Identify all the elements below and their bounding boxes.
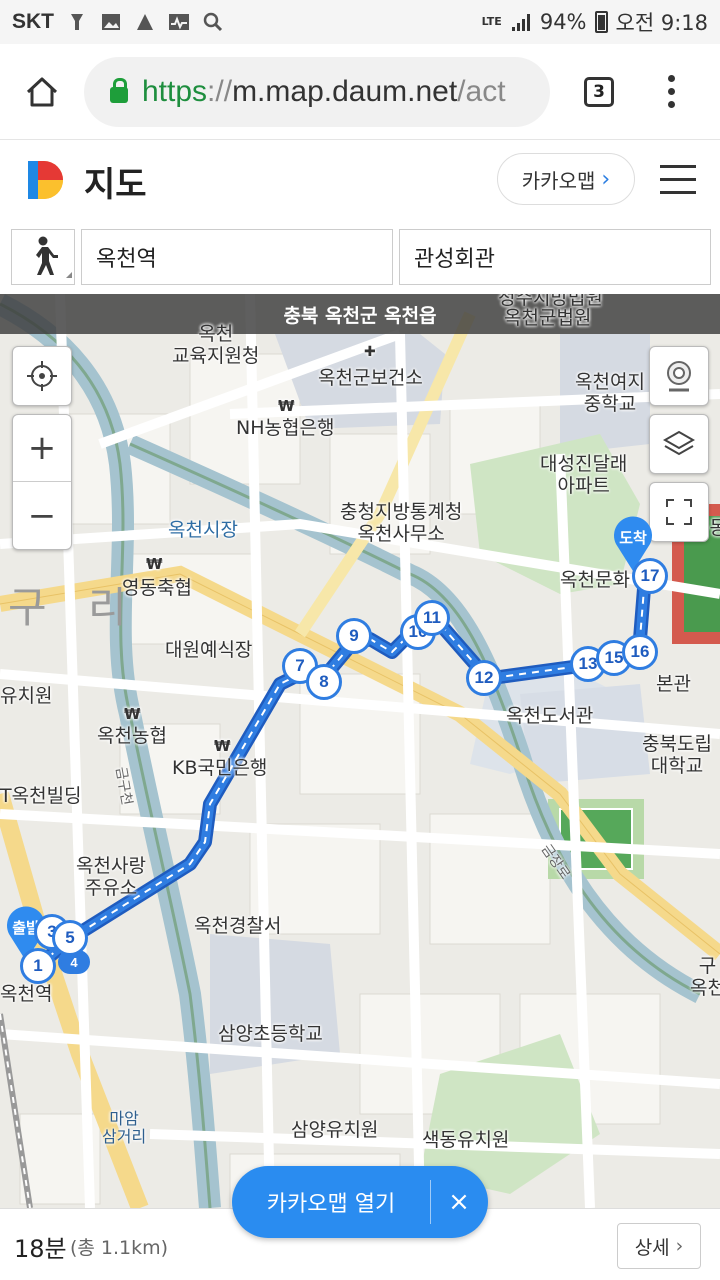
label-main-hall: 본관 [656, 673, 691, 695]
label-apartment: 대성진달래 아파트 [540, 453, 628, 497]
layers-button[interactable] [649, 414, 709, 474]
chevron-right-icon: › [601, 166, 611, 192]
battery-percent: 94% [539, 10, 587, 34]
home-icon [26, 77, 58, 106]
page-title: 지도 [84, 165, 147, 205]
waypoint-8[interactable]: 8 [306, 664, 342, 700]
home-button[interactable] [0, 44, 84, 140]
close-icon[interactable]: × [431, 1187, 487, 1217]
route-search: 옥천역 관성회관 [0, 221, 720, 294]
destination-field[interactable]: 관성회관 [399, 229, 711, 285]
map-view[interactable]: 충북 옥천군 옥천읍 청주지방법원 옥천군법원 옥천 교육지원청 ✚ 옥천군보건… [0, 294, 720, 1208]
origin-field[interactable]: 옥천역 [81, 229, 393, 285]
zoom-control: + − [12, 414, 72, 550]
label-building: T옥천빌딩 [0, 785, 82, 807]
battery-icon [594, 11, 608, 33]
waypoint-9[interactable]: 9 [336, 618, 372, 654]
daum-logo-icon[interactable] [26, 159, 68, 201]
label-gas-station: 옥천사랑 주유소 [76, 855, 146, 899]
bank-icon-4: ₩ [214, 737, 231, 755]
lte-label: LTE [481, 15, 502, 28]
status-bar: SKT LTE 94% 오전 9:18 [0, 0, 720, 44]
chevron-right-icon: › [675, 1235, 684, 1257]
url-scheme: https [142, 74, 208, 108]
browser-menu-button[interactable] [666, 75, 676, 108]
zoom-out-button[interactable]: − [13, 482, 71, 549]
label-guri: 구 리 [8, 583, 141, 632]
gallery-icon [100, 11, 122, 33]
label-mawam: 마암 삼거리 [102, 1109, 147, 1147]
fullscreen-icon [666, 499, 692, 525]
route-distance: (총 1.1km) [70, 1237, 169, 1259]
label-edu-office: 옥천 교육지원청 [172, 323, 260, 367]
tabs-button[interactable]: 3 [584, 76, 614, 107]
detail-button[interactable]: 상세 › [617, 1223, 701, 1269]
crosshair-icon [27, 361, 57, 391]
url-bar[interactable]: https://m.map.daum.net/act [84, 56, 550, 127]
waypoint-5[interactable]: 5 [52, 920, 88, 956]
kakaomap-button-label: 카카오맵 [521, 168, 596, 193]
end-pin-label: 도착 [619, 529, 647, 547]
walking-icon [36, 236, 72, 278]
label-girls-school: 옥천여지 중학교 [575, 371, 645, 415]
label-chungbuk-univ: 충북도립 대학교 [642, 733, 712, 777]
url-host: m.map.daum.net [232, 74, 458, 108]
label-okcheon-nh: 옥천농협 [97, 725, 167, 747]
menu-icon[interactable] [660, 165, 696, 204]
app-icon [134, 11, 156, 33]
url-separator: :// [207, 74, 233, 108]
notification-icon [66, 11, 88, 33]
hospital-icon: ✚ [364, 344, 376, 360]
zoom-in-button[interactable]: + [13, 415, 71, 482]
open-kakaomap-button[interactable]: 카카오맵 열기 × [232, 1166, 488, 1238]
label-health-center: 옥천군보건소 [318, 367, 423, 389]
walking-mode-button[interactable] [11, 229, 75, 285]
open-kakaomap-label: 카카오맵 열기 [266, 1192, 396, 1217]
waypoint-12[interactable]: 12 [466, 660, 502, 696]
label-samyang-school: 삼양초등학교 [218, 1023, 323, 1045]
carrier-label: SKT [12, 10, 54, 33]
label-court: 옥천군법원 [504, 307, 592, 329]
label-culture: 옥천문화 [560, 569, 630, 591]
layers-icon [662, 430, 696, 456]
roadview-icon [667, 361, 691, 392]
clock: 오전 9:18 [615, 11, 708, 35]
label-kindergarten-left: 유치원 [0, 685, 53, 707]
detail-button-label: 상세 [634, 1236, 670, 1259]
bank-icon: ₩ [278, 397, 295, 415]
route-duration: 18분 [14, 1235, 67, 1263]
kakaomap-button[interactable]: 카카오맵 › [497, 153, 635, 205]
label-saekdong-kinder: 색동유치원 [422, 1129, 510, 1151]
label-wedding: 대원예식장 [165, 639, 253, 661]
activity-icon [168, 11, 190, 33]
search-status-icon [202, 11, 224, 33]
bank-icon-2: ₩ [146, 555, 163, 573]
signal-icon [510, 11, 532, 33]
waypoint-16[interactable]: 16 [622, 634, 658, 670]
label-station: 옥천역 [0, 983, 53, 1005]
label-market: 옥천시장 [168, 519, 238, 541]
roadview-button[interactable] [649, 346, 709, 406]
waypoint-17[interactable]: 17 [632, 558, 668, 594]
browser-toolbar: https://m.map.daum.net/act 3 [0, 44, 720, 140]
waypoint-1[interactable]: 1 [20, 948, 56, 984]
my-location-button[interactable] [12, 346, 72, 406]
label-samyang-kinder: 삼양유치원 [291, 1119, 379, 1141]
label-police: 옥천경찰서 [194, 915, 282, 937]
bank-icon-3: ₩ [124, 705, 141, 723]
waypoint-11[interactable]: 11 [414, 600, 450, 636]
app-header: 지도 카카오맵 › [0, 141, 720, 221]
url-path: /act [457, 74, 506, 108]
label-stats-office: 충청지방통계청 옥천사무소 [340, 501, 463, 545]
map-canvas [0, 294, 720, 1208]
region-banner: 충북 옥천군 옥천읍 [0, 294, 720, 334]
lock-icon [110, 77, 128, 103]
label-library: 옥천도서관 [506, 705, 594, 727]
label-right-edge: 구 옥천 [690, 955, 720, 999]
fullscreen-button[interactable] [649, 482, 709, 542]
label-nh-bank: NH농협은행 [236, 417, 335, 439]
label-kb-bank: KB국민은행 [172, 757, 268, 779]
